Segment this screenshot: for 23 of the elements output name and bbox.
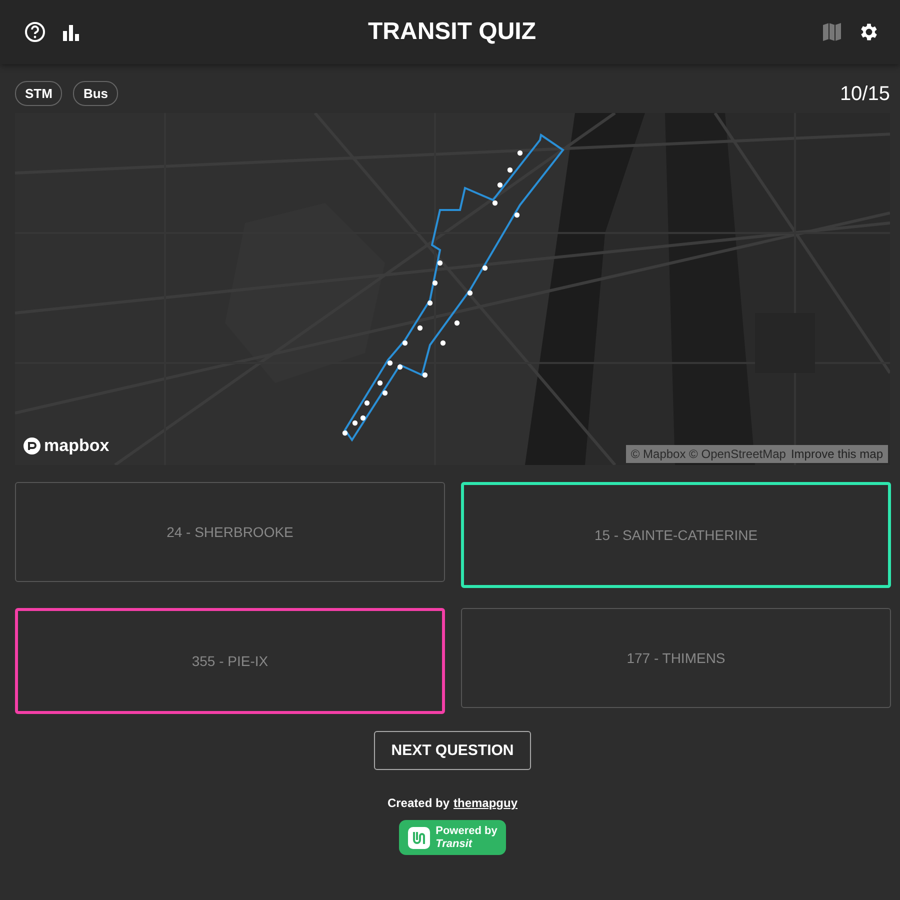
answer-option[interactable]: 15 - SAINTE-CATHERINE — [461, 482, 891, 588]
filter-tag: Bus — [73, 81, 118, 106]
answer-option[interactable]: 24 - SHERBROOKE — [15, 482, 445, 582]
app-title: TRANSIT QUIZ — [368, 18, 536, 46]
help-icon[interactable] — [24, 21, 46, 43]
credit-text: Created by — [387, 796, 450, 810]
map-icon[interactable] — [822, 22, 842, 42]
answer-option[interactable]: 355 - PIE-IX — [15, 608, 445, 714]
progress-counter: 10/15 — [840, 83, 890, 106]
attribution-text: © Mapbox © OpenStreetMap — [630, 447, 786, 461]
bar-chart-icon[interactable] — [62, 23, 80, 41]
next-question-button[interactable]: NEXT QUESTION — [374, 731, 531, 770]
mapbox-icon — [23, 437, 41, 455]
filter-tag: STM — [15, 81, 62, 106]
badge-text: Powered by — [436, 825, 498, 838]
author-link[interactable]: themapguy — [454, 796, 518, 810]
badge-brand-text: Transit — [436, 838, 474, 850]
improve-map-link[interactable]: Improve this map — [790, 447, 883, 461]
powered-by-transit-badge[interactable]: Powered by Transit — [398, 820, 506, 856]
settings-icon[interactable] — [858, 21, 880, 43]
transit-logo-icon — [408, 826, 430, 849]
mapbox-wordmark: mapbox — [44, 436, 110, 456]
answer-option[interactable]: 177 - THIMENS — [461, 608, 891, 708]
